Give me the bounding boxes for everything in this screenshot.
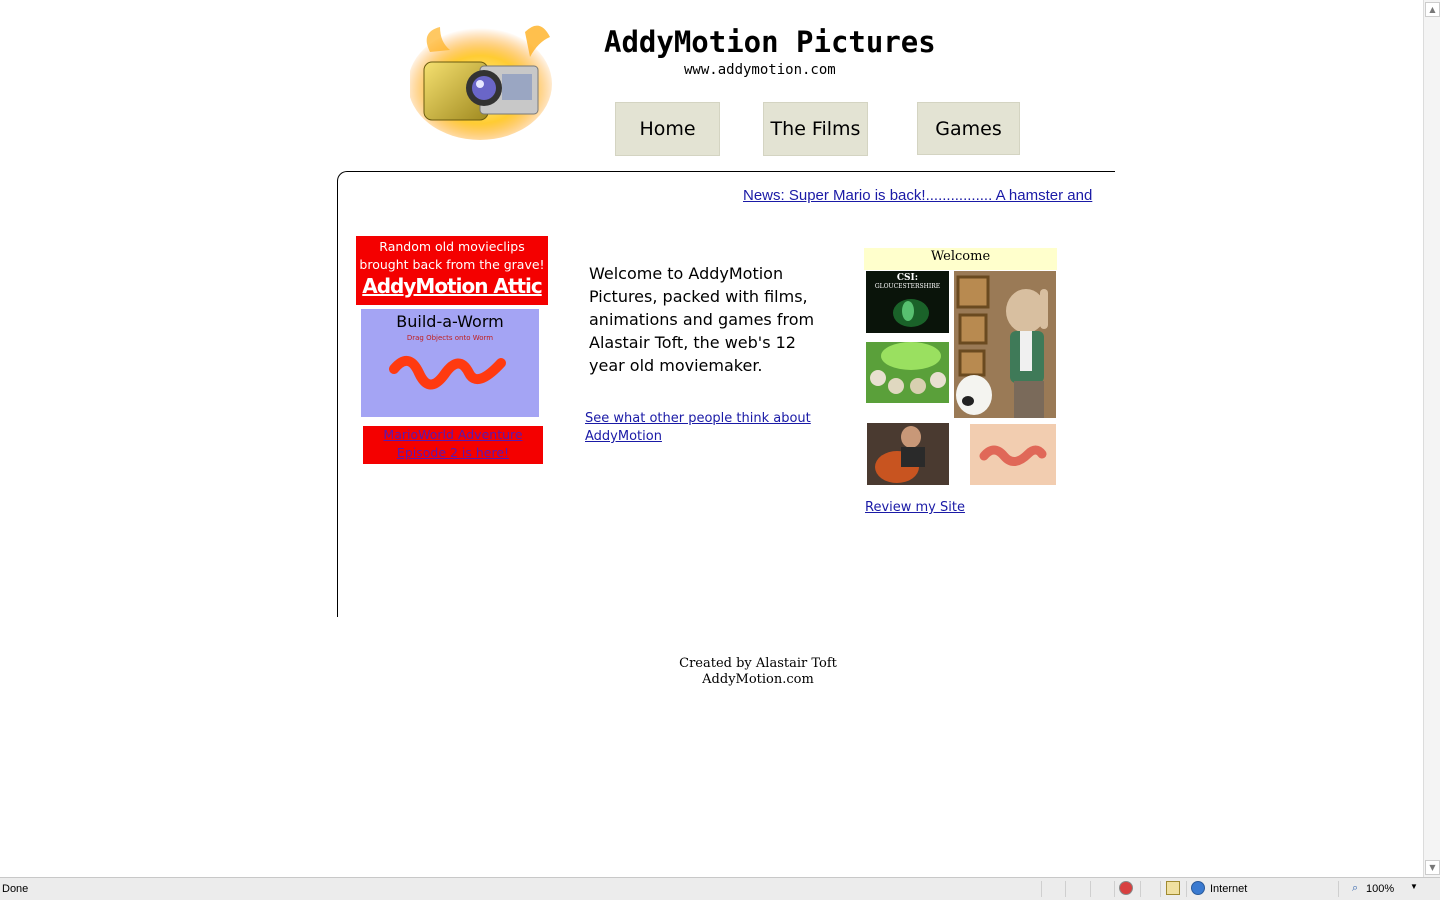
status-divider bbox=[1140, 881, 1141, 897]
site-title: AddyMotion Pictures bbox=[604, 25, 936, 59]
welcome-header: Welcome bbox=[864, 248, 1057, 270]
mario-line2: Episode 2 is here! bbox=[396, 445, 510, 460]
worm-title: Build-a-Worm bbox=[396, 312, 504, 331]
csi-gloucestershire-thumbnail[interactable]: CSI: GLOUCESTERSHIRE bbox=[866, 271, 949, 333]
privacy-icon[interactable] bbox=[1119, 881, 1133, 895]
status-divider bbox=[1186, 881, 1187, 897]
lego-scene-icon bbox=[866, 342, 949, 403]
status-divider bbox=[1114, 881, 1115, 897]
internet-zone-icon bbox=[1191, 881, 1205, 895]
status-divider bbox=[1160, 881, 1161, 897]
zoom-dropdown-chevron-down-icon[interactable]: ▼ bbox=[1410, 882, 1418, 891]
wallace-gromit-thumbnail[interactable] bbox=[954, 271, 1056, 418]
status-divider bbox=[1338, 881, 1339, 897]
zoom-icon: ⌕ bbox=[1352, 882, 1359, 894]
scroll-down-arrow-icon[interactable]: ▼ bbox=[1425, 860, 1440, 875]
worm-subtitle: Drag Objects onto Worm bbox=[406, 334, 494, 342]
wallace-figure-icon bbox=[954, 271, 1056, 418]
marioworld-adventure-link[interactable]: MarioWorld Adventure Episode 2 is here! bbox=[363, 426, 543, 464]
status-divider bbox=[1041, 881, 1042, 897]
zoom-level[interactable]: 100% bbox=[1366, 883, 1394, 895]
status-divider bbox=[1090, 881, 1091, 897]
protected-mode-icon[interactable] bbox=[1166, 881, 1180, 895]
attic-line2: brought back from the grave! bbox=[359, 257, 545, 272]
footer-site: AddyMotion.com bbox=[702, 672, 814, 687]
status-text: Done bbox=[2, 883, 29, 895]
review-site-link[interactable]: Review my Site bbox=[865, 500, 965, 515]
welcome-paragraph: Welcome to AddyMotion Pictures, packed w… bbox=[589, 264, 815, 375]
green-scene-icon bbox=[893, 299, 929, 327]
attic-line1: Random old movieclips bbox=[379, 239, 525, 254]
clay-worm-icon bbox=[970, 424, 1056, 485]
worm-clay-thumbnail[interactable] bbox=[970, 424, 1056, 485]
security-zone-label: Internet bbox=[1210, 883, 1248, 895]
nav-home-button[interactable]: Home bbox=[615, 102, 720, 156]
build-a-worm-banner[interactable]: Build-a-Worm Drag Objects onto Worm bbox=[361, 309, 539, 417]
others-opinion-link[interactable]: See what other people think about AddyMo… bbox=[585, 410, 825, 446]
lego-figures-thumbnail[interactable] bbox=[866, 342, 949, 403]
balloon-thumbnail[interactable] bbox=[867, 423, 949, 485]
status-divider bbox=[1065, 881, 1066, 897]
balloon-scene-icon bbox=[867, 423, 949, 485]
browser-status-bar: Done Internet ⌕ 100% ▼ bbox=[0, 877, 1440, 900]
nav-games-button[interactable]: Games bbox=[917, 102, 1020, 155]
vertical-scrollbar[interactable]: ▲ ▼ bbox=[1423, 0, 1440, 877]
mario-line1: MarioWorld Adventure bbox=[383, 427, 523, 442]
worm-icon bbox=[389, 356, 506, 390]
scroll-up-arrow-icon[interactable]: ▲ bbox=[1425, 2, 1440, 17]
attic-title: AddyMotion Attic bbox=[362, 274, 542, 298]
news-ticker-link[interactable]: News: Super Mario is back!..............… bbox=[743, 187, 1112, 204]
site-url: www.addymotion.com bbox=[684, 62, 836, 78]
flaming-camera-logo bbox=[408, 22, 560, 140]
browser-viewport: AddyMotion Pictures www.addymotion.com H… bbox=[0, 0, 1423, 877]
nav-films-button[interactable]: The Films bbox=[763, 102, 868, 156]
footer-credit: Created by Alastair Toft bbox=[679, 656, 837, 671]
attic-banner[interactable]: Random old movieclips brought back from … bbox=[356, 236, 548, 305]
